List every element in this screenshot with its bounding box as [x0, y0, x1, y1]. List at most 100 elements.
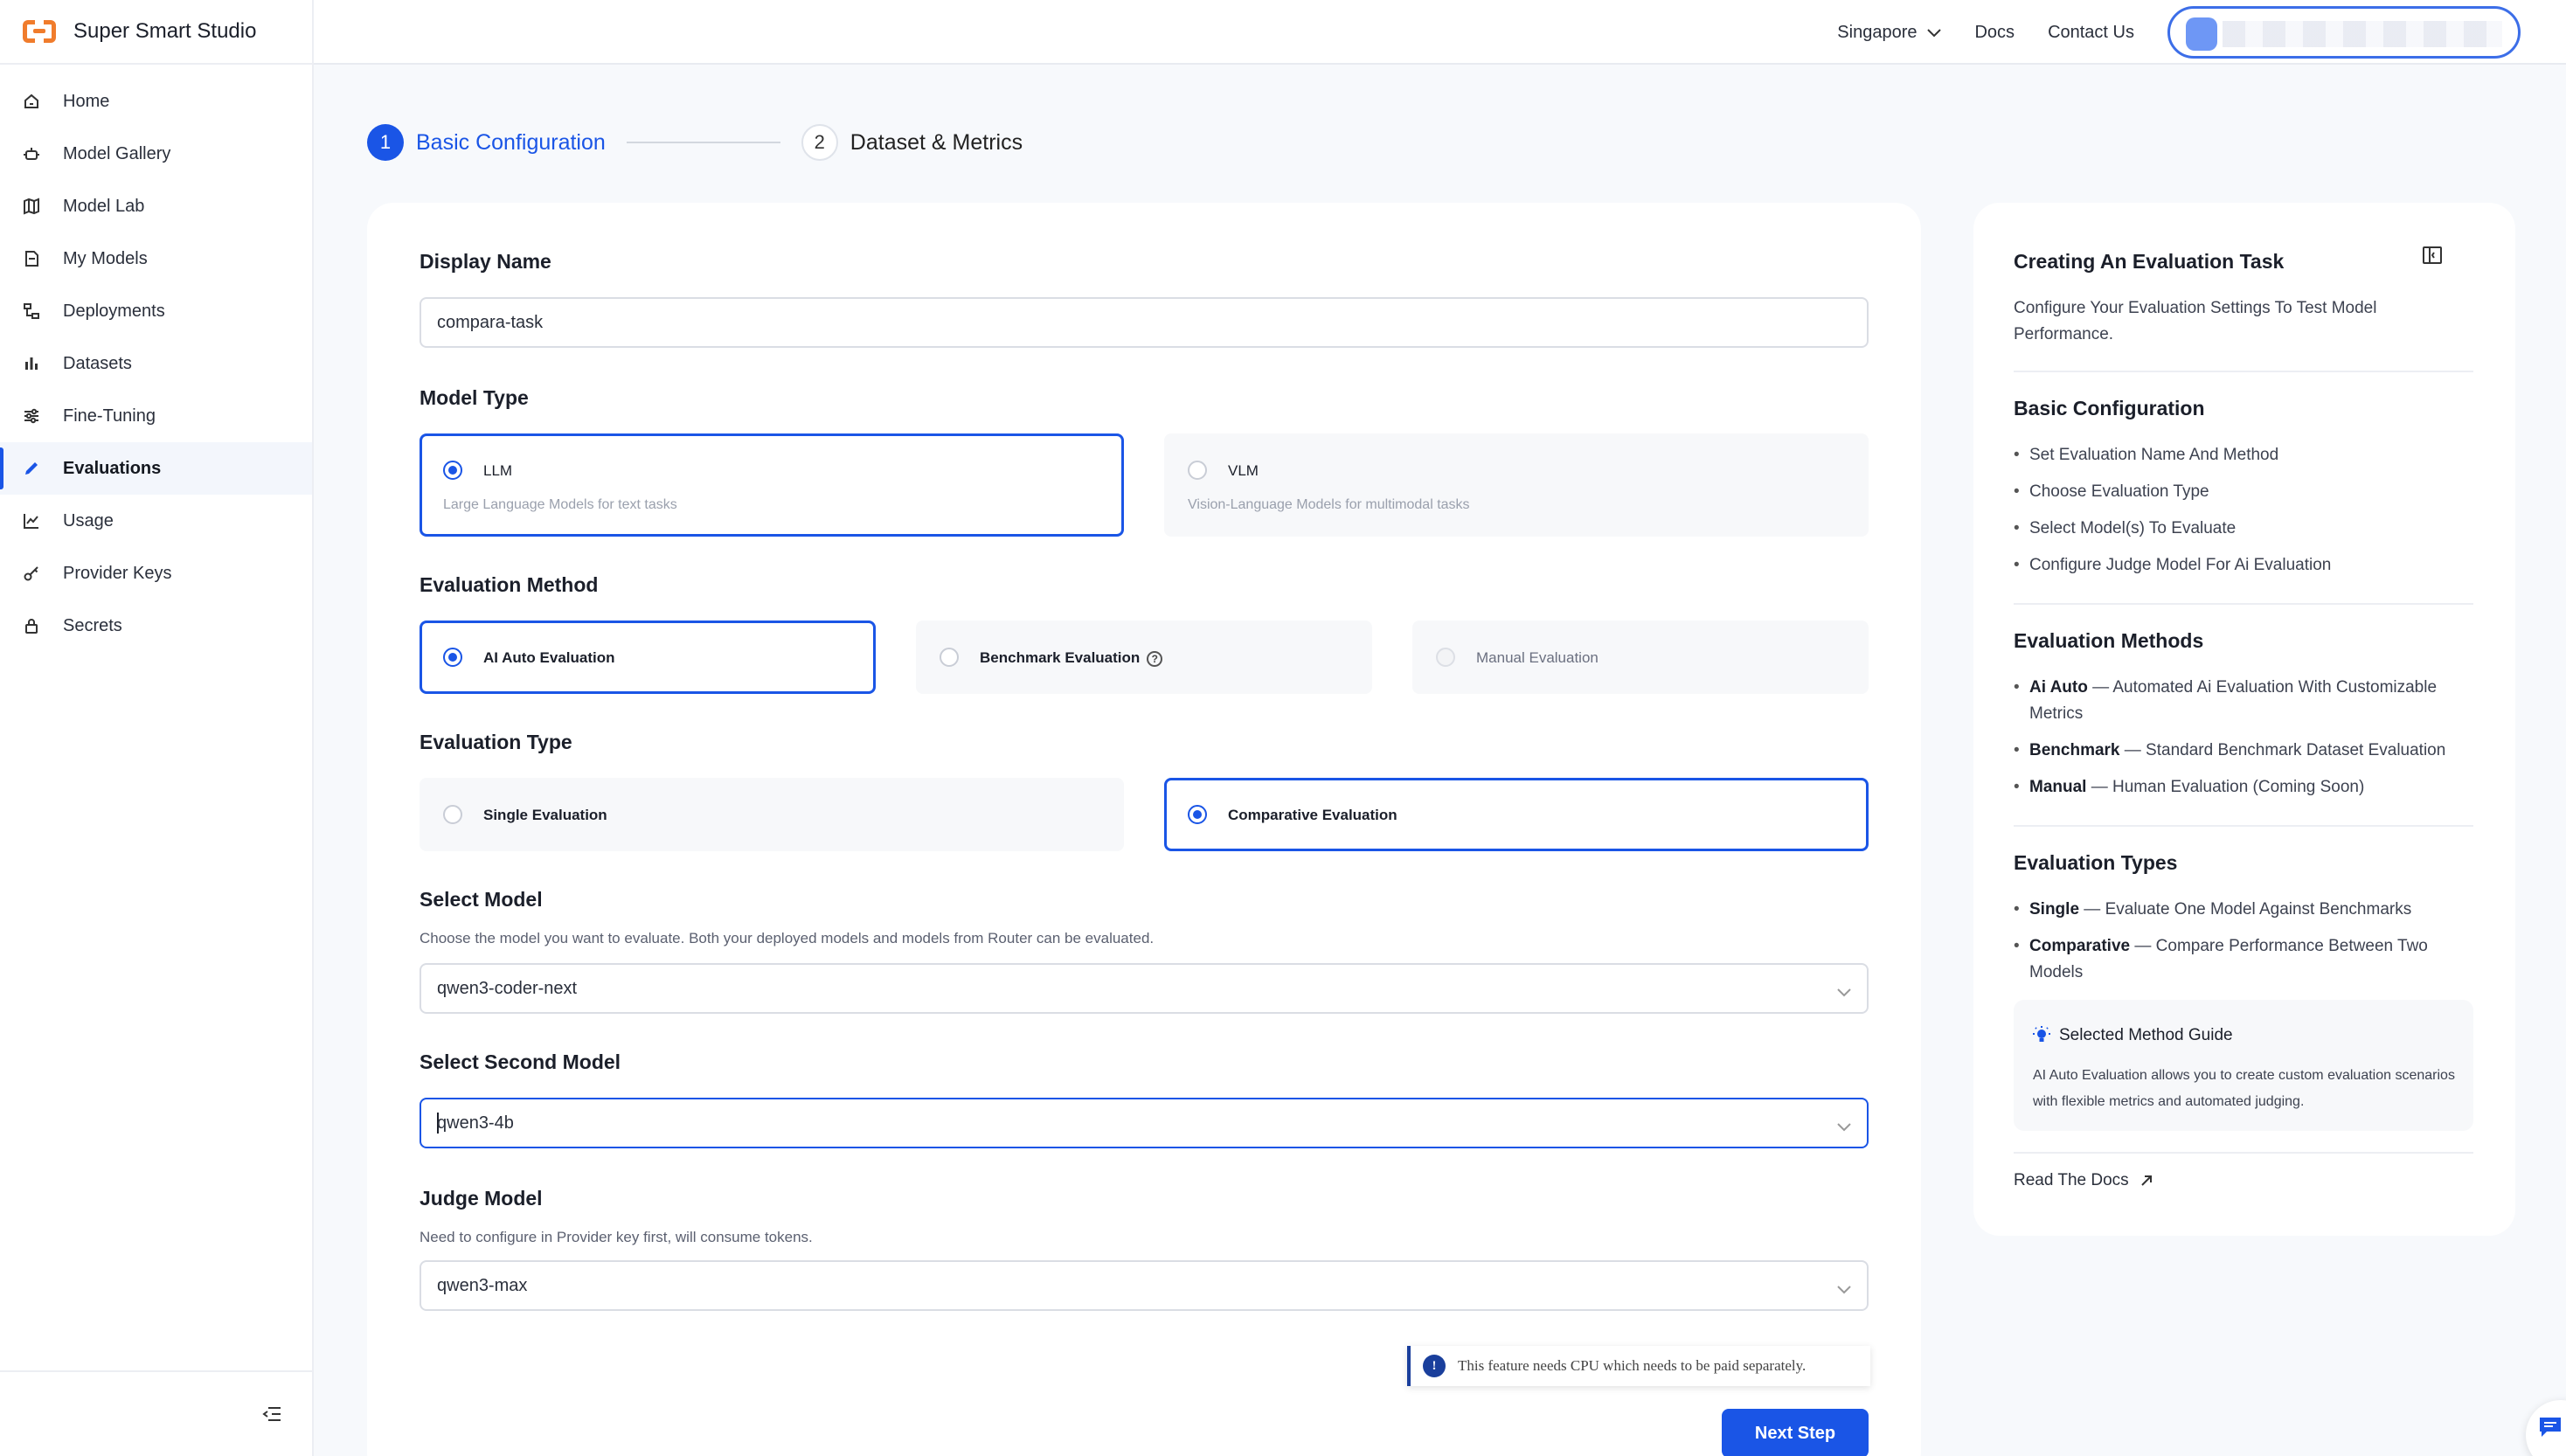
judge-model-hint: Need to configure in Provider key first,… [420, 1229, 813, 1245]
display-name-value: compara-task [437, 312, 544, 332]
single-radio[interactable] [443, 805, 462, 824]
stepper: 1 Basic Configuration 2 Dataset & Metric… [367, 124, 1023, 161]
divider [2014, 371, 2473, 372]
hierarchy-icon [23, 302, 40, 320]
judge-model-value: qwen3-max [437, 1275, 528, 1295]
lock-icon [23, 617, 40, 634]
comparative-evaluation-option[interactable]: Comparative Evaluation [1164, 778, 1869, 851]
help-panel: Creating An Evaluation Task Configure Yo… [1973, 203, 2515, 1236]
bar-chart-icon [23, 355, 40, 372]
map-icon [23, 198, 40, 215]
evaluation-type-label: Evaluation Type [420, 731, 572, 753]
sliders-icon [23, 407, 40, 425]
sidebar-item-label: Model Gallery [63, 143, 171, 163]
help-basic-item: Choose Evaluation Type [2014, 479, 2473, 505]
sidebar-item-label: Fine-Tuning [63, 406, 156, 426]
sidebar-footer [0, 1370, 314, 1456]
judge-model-label: Judge Model [420, 1187, 543, 1210]
chevron-down-icon [1837, 1117, 1851, 1137]
second-model-dropdown[interactable]: qwen3-4b [420, 1098, 1869, 1148]
region-selector[interactable]: Singapore [1837, 22, 1942, 43]
model-type-vlm-option[interactable]: VLM Vision-Language Models for multimoda… [1164, 433, 1869, 537]
model-type-label: Model Type [420, 386, 529, 409]
vlm-radio[interactable] [1188, 461, 1207, 480]
manual-radio [1436, 648, 1455, 667]
panel-toggle-icon[interactable] [2423, 246, 2442, 264]
ai-auto-radio[interactable] [443, 648, 462, 667]
select-model-hint: Choose the model you want to evaluate. B… [420, 930, 1155, 946]
llm-radio[interactable] [443, 461, 462, 480]
ai-auto-evaluation-option[interactable]: AI Auto Evaluation [420, 621, 876, 694]
help-method-item: Benchmark — Standard Benchmark Dataset E… [2014, 738, 2473, 764]
user-account-menu[interactable] [2167, 6, 2521, 59]
robot-icon [23, 145, 40, 163]
benchmark-evaluation-option[interactable]: Benchmark Evaluation? [916, 621, 1372, 694]
step-1-number: 1 [367, 124, 404, 161]
help-circle-icon[interactable]: ? [1147, 650, 1163, 667]
sidebar-item-label: Evaluations [63, 458, 162, 478]
chat-support-button[interactable] [2526, 1400, 2566, 1456]
sidebar-item-model-gallery[interactable]: Model Gallery [0, 128, 312, 180]
help-basic-item: Set Evaluation Name And Method [2014, 442, 2473, 468]
brand[interactable]: Super Smart Studio [0, 0, 312, 65]
sidebar-item-model-lab[interactable]: Model Lab [0, 180, 312, 232]
sidebar-item-label: Secrets [63, 615, 122, 635]
contact-us-link[interactable]: Contact Us [2048, 23, 2134, 43]
sidebar-item-fine-tuning[interactable]: Fine-Tuning [0, 390, 312, 442]
sidebar-item-datasets[interactable]: Datasets [0, 337, 312, 390]
display-name-input[interactable]: compara-task [420, 297, 1869, 348]
guide-text: AI Auto Evaluation allows you to create … [2033, 1068, 2455, 1109]
judge-model-dropdown[interactable]: qwen3-max [420, 1260, 1869, 1311]
sidebar-item-label: Deployments [63, 301, 165, 321]
llm-title: LLM [483, 462, 513, 479]
sidebar: Super Smart Studio Home Model Gallery Mo… [0, 0, 314, 1456]
benchmark-title-wrap: Benchmark Evaluation? [980, 649, 1163, 667]
redacted-account-info [2223, 21, 2502, 47]
collapse-sidebar-icon[interactable] [261, 1405, 282, 1423]
sidebar-item-deployments[interactable]: Deployments [0, 285, 312, 337]
evaluation-method-label: Evaluation Method [420, 573, 599, 596]
brand-name: Super Smart Studio [73, 19, 257, 43]
step-2-label[interactable]: Dataset & Metrics [850, 130, 1023, 156]
help-basic-item: Select Model(s) To Evaluate [2014, 516, 2473, 542]
sidebar-item-my-models[interactable]: My Models [0, 232, 312, 285]
region-label: Singapore [1837, 22, 1918, 42]
help-title: Creating An Evaluation Task [2014, 250, 2285, 273]
config-form-card: Display Name compara-task Model Type LLM… [367, 203, 1921, 1456]
second-model-label: Select Second Model [420, 1050, 621, 1073]
select-model-dropdown[interactable]: qwen3-coder-next [420, 963, 1869, 1014]
read-the-docs-label: Read The Docs [2014, 1171, 2129, 1189]
read-the-docs-link[interactable]: Read The Docs [2014, 1171, 2153, 1190]
line-chart-icon [23, 512, 40, 530]
single-evaluation-option[interactable]: Single Evaluation [420, 778, 1124, 851]
cpu-cost-notice: ! This feature needs CPU which needs to … [1407, 1346, 1870, 1386]
divider [2014, 825, 2473, 827]
benchmark-radio[interactable] [940, 648, 959, 667]
step-1-label[interactable]: Basic Configuration [416, 130, 606, 156]
sidebar-item-provider-keys[interactable]: Provider Keys [0, 547, 312, 600]
manual-title: Manual Evaluation [1476, 649, 1599, 666]
top-header: Singapore Docs Contact Us [314, 0, 2566, 65]
comparative-title: Comparative Evaluation [1228, 807, 1397, 823]
brand-logo-icon [23, 20, 56, 43]
divider [2014, 1152, 2473, 1154]
sidebar-item-label: Home [63, 91, 110, 111]
help-intro: Configure Your Evaluation Settings To Te… [2014, 299, 2377, 343]
divider [2014, 603, 2473, 605]
sidebar-item-usage[interactable]: Usage [0, 495, 312, 547]
sidebar-item-secrets[interactable]: Secrets [0, 600, 312, 652]
sidebar-item-label: My Models [63, 248, 148, 268]
info-icon: ! [1423, 1355, 1446, 1377]
comparative-radio[interactable] [1188, 805, 1207, 824]
sidebar-item-evaluations[interactable]: Evaluations [0, 442, 312, 495]
sidebar-item-home[interactable]: Home [0, 75, 312, 128]
benchmark-title: Benchmark Evaluation [980, 649, 1141, 666]
guide-title: Selected Method Guide [2059, 1026, 2233, 1044]
home-icon [23, 93, 40, 110]
sidebar-nav: Home Model Gallery Model Lab My Models D… [0, 65, 312, 652]
next-step-button[interactable]: Next Step [1722, 1409, 1869, 1456]
docs-link[interactable]: Docs [1974, 23, 2015, 43]
external-link-icon [2140, 1175, 2152, 1186]
model-type-llm-option[interactable]: LLM Large Language Models for text tasks [420, 433, 1124, 537]
llm-desc: Large Language Models for text tasks [443, 497, 677, 512]
